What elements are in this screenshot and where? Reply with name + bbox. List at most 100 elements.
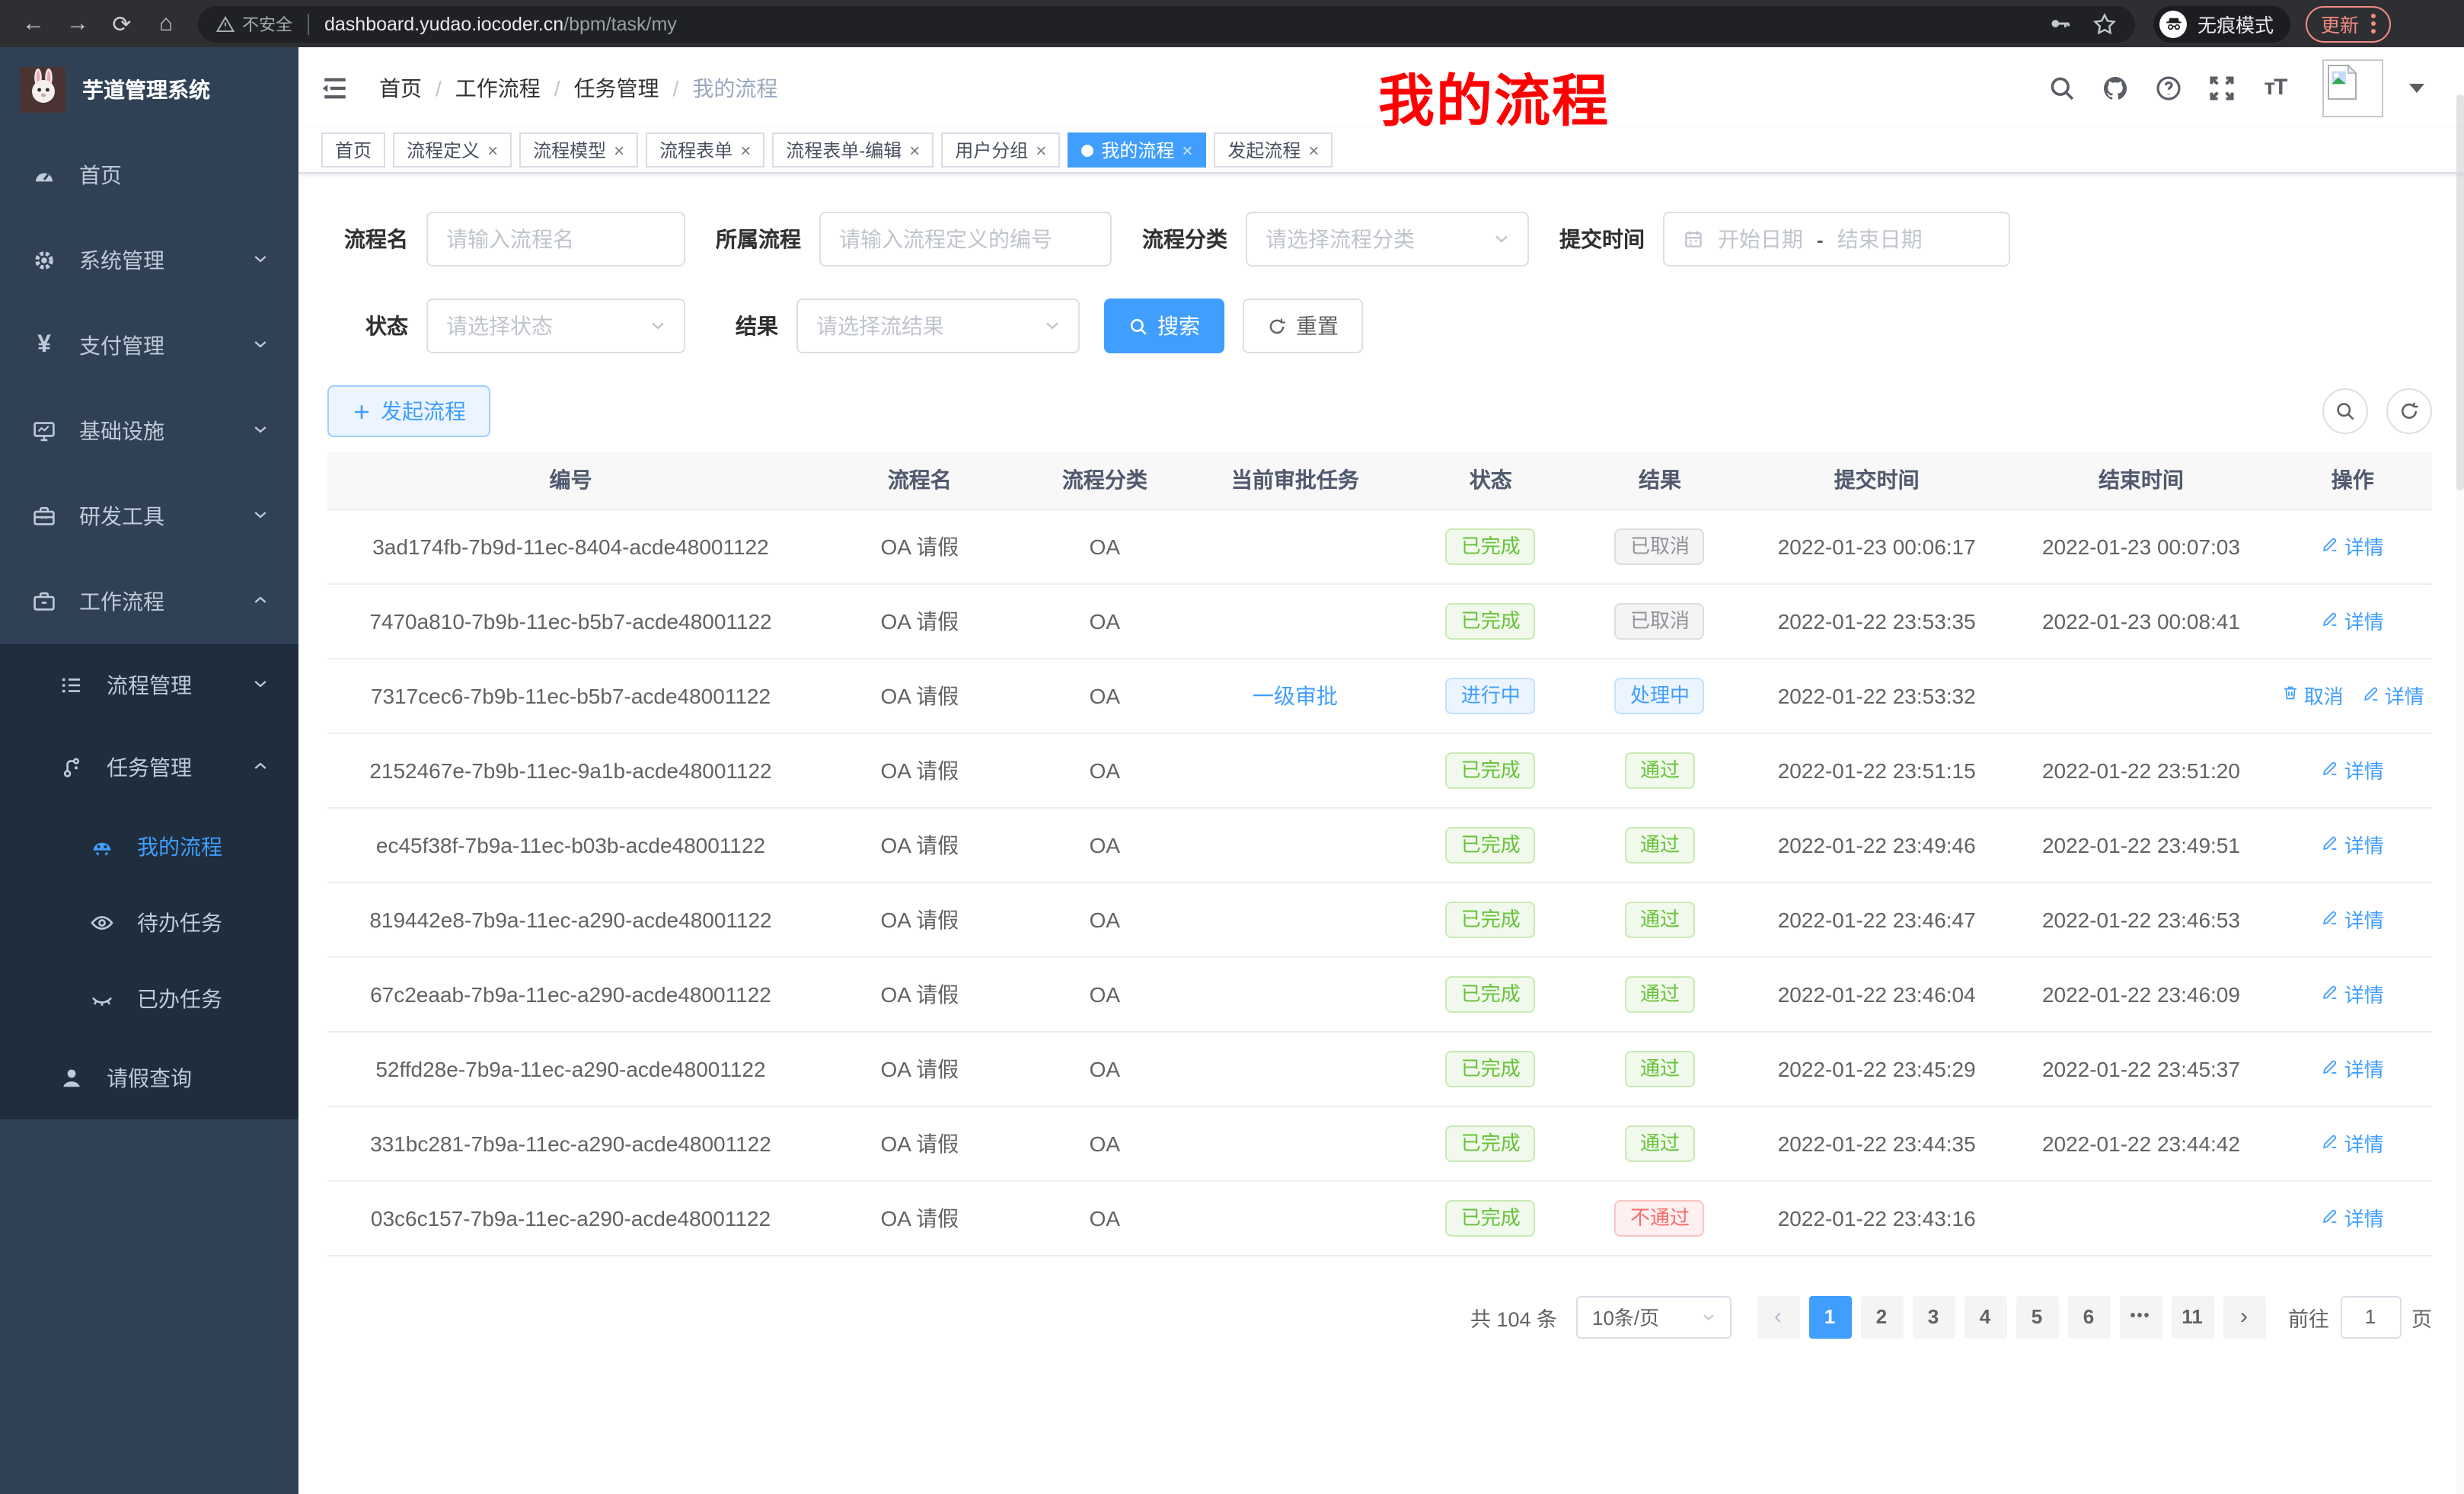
tab-process-model[interactable]: 流程模型× xyxy=(519,132,638,168)
page-button-6[interactable]: 6 xyxy=(2067,1295,2110,1338)
github-icon[interactable] xyxy=(2100,72,2130,103)
page-button-2[interactable]: 2 xyxy=(1860,1295,1903,1338)
cell-end-time: 2022-01-22 23:49:51 xyxy=(2009,807,2273,882)
page-size-select[interactable]: 10条/页 xyxy=(1575,1295,1731,1338)
sidebar-item-home[interactable]: 首页 xyxy=(0,132,298,218)
detail-link[interactable]: 详情 xyxy=(2322,755,2384,784)
not-secure-warning[interactable]: 不安全 xyxy=(216,11,292,36)
password-key-icon[interactable] xyxy=(2048,12,2071,35)
header-search-icon[interactable] xyxy=(2047,72,2077,103)
search-button[interactable]: 搜索 xyxy=(1104,298,1224,353)
page-button-3[interactable]: 3 xyxy=(1912,1295,1955,1338)
tab-process-form[interactable]: 流程表单× xyxy=(646,132,764,168)
sidebar-toggle-icon[interactable] xyxy=(320,71,353,104)
fullscreen-icon[interactable] xyxy=(2207,72,2237,103)
page-button-11[interactable]: 11 xyxy=(2171,1295,2213,1338)
cell-actions: 详情 xyxy=(2274,733,2432,807)
cell-result: 已取消 xyxy=(1575,583,1744,658)
submit-time-range-picker[interactable]: 开始日期 - 结束日期 xyxy=(1663,212,2010,267)
tab-my-process[interactable]: 我的流程× xyxy=(1068,132,1206,168)
address-bar[interactable]: 不安全 dashboard.yudao.iocoder.cn/bpm/task/… xyxy=(198,5,2135,42)
column-header: 流程名 xyxy=(814,452,1026,509)
detail-link[interactable]: 详情 xyxy=(2322,830,2384,859)
browser-toolbar: ← → ⟳ ⌂ 不安全 dashboard.yudao.iocoder.cn/b… xyxy=(0,0,2464,47)
cell-end-time: 2022-01-22 23:51:20 xyxy=(2009,733,2273,807)
sidebar-item-todo-tasks[interactable]: 待办任务 xyxy=(0,885,298,961)
cancel-link[interactable]: 取消 xyxy=(2281,681,2344,710)
result-select[interactable]: 请选择流结果 xyxy=(796,298,1080,353)
tab-process-form-edit[interactable]: 流程表单-编辑× xyxy=(772,132,934,168)
home-icon[interactable]: ⌂ xyxy=(148,5,184,42)
detail-link[interactable]: 详情 xyxy=(2322,979,2384,1008)
avatar[interactable] xyxy=(2322,59,2383,117)
page-button-5[interactable]: 5 xyxy=(2016,1295,2058,1338)
app-logo-row[interactable]: 芋道管理系统 xyxy=(0,47,298,132)
detail-link[interactable]: 详情 xyxy=(2362,681,2424,710)
tab-start-process[interactable]: 发起流程× xyxy=(1214,132,1333,168)
show-search-button[interactable] xyxy=(2322,388,2368,434)
prev-page-button[interactable]: ‹ xyxy=(1757,1295,1799,1338)
sidebar-item-done-tasks[interactable]: 已办任务 xyxy=(0,961,298,1037)
sidebar-item-payment[interactable]: ¥支付管理 xyxy=(0,303,298,388)
detail-link[interactable]: 详情 xyxy=(2322,1128,2384,1157)
bookmark-star-icon[interactable] xyxy=(2092,11,2117,36)
process-name-input[interactable] xyxy=(426,212,685,267)
cell-submit-time: 2022-01-22 23:49:46 xyxy=(1744,807,2009,882)
breadcrumb-workflow[interactable]: 工作流程 xyxy=(455,72,541,103)
tab-user-group[interactable]: 用户分组× xyxy=(941,132,1060,168)
goto-page-input[interactable] xyxy=(2340,1295,2401,1338)
page-button-4[interactable]: 4 xyxy=(1964,1295,2006,1338)
detail-link[interactable]: 详情 xyxy=(2322,905,2384,934)
detail-link[interactable]: 详情 xyxy=(2322,1203,2384,1232)
reset-button[interactable]: 重置 xyxy=(1243,298,1363,353)
tab-home[interactable]: 首页 xyxy=(321,132,385,168)
reload-icon[interactable]: ⟳ xyxy=(104,5,140,42)
robot-icon xyxy=(88,835,116,859)
sidebar-item-infrastructure[interactable]: 基础设施 xyxy=(0,388,298,474)
forward-icon[interactable]: → xyxy=(59,5,96,42)
sidebar-item-leave-query[interactable]: 请假查询 xyxy=(0,1037,298,1119)
page-more-button[interactable]: ••• xyxy=(2119,1295,2162,1338)
edit-icon xyxy=(2322,908,2340,931)
help-icon[interactable] xyxy=(2153,72,2184,103)
page-button-1[interactable]: 1 xyxy=(1808,1295,1851,1338)
status-badge: 已完成 xyxy=(1446,602,1536,639)
close-tab-icon[interactable]: × xyxy=(740,141,751,159)
sidebar-item-my-process[interactable]: 我的流程 xyxy=(0,809,298,885)
cell-status: 已完成 xyxy=(1406,1106,1575,1180)
breadcrumb-task-mgmt[interactable]: 任务管理 xyxy=(574,72,659,103)
status-badge: 已完成 xyxy=(1446,901,1536,937)
close-tab-icon[interactable]: × xyxy=(487,141,498,159)
cell-category: OA xyxy=(1026,956,1184,1031)
tab-process-definition[interactable]: 流程定义× xyxy=(393,132,512,168)
scrollbar[interactable] xyxy=(2456,94,2464,1494)
start-process-button[interactable]: 发起流程 xyxy=(327,385,490,437)
close-tab-icon[interactable]: × xyxy=(614,141,624,159)
sidebar-item-dev-tools[interactable]: 研发工具 xyxy=(0,474,298,559)
sidebar-item-system[interactable]: 系统管理 xyxy=(0,218,298,303)
detail-link[interactable]: 详情 xyxy=(2322,606,2384,635)
process-definition-input[interactable] xyxy=(819,212,1112,267)
close-tab-icon[interactable]: × xyxy=(909,141,920,159)
sidebar-item-task-mgmt[interactable]: 任务管理 xyxy=(0,726,298,809)
update-button[interactable]: 更新 xyxy=(2306,5,2391,42)
back-icon[interactable]: ← xyxy=(15,5,52,42)
sidebar-item-process-mgmt[interactable]: 流程管理 xyxy=(0,644,298,726)
sidebar-item-workflow[interactable]: 工作流程 xyxy=(0,559,298,644)
font-size-icon[interactable]: ᴛT xyxy=(2260,72,2290,103)
close-tab-icon[interactable]: × xyxy=(1308,141,1319,159)
close-tab-icon[interactable]: × xyxy=(1036,141,1046,159)
table-row: 3ad174fb-7b9d-11ec-8404-acde48001122OA 请… xyxy=(327,509,2432,583)
close-tab-icon[interactable]: × xyxy=(1182,141,1192,159)
refresh-table-button[interactable] xyxy=(2386,388,2432,434)
process-category-select[interactable]: 请选择流程分类 xyxy=(1246,212,1529,267)
cell-status: 已完成 xyxy=(1406,509,1575,583)
breadcrumb-home[interactable]: 首页 xyxy=(379,72,422,103)
task-link[interactable]: 一级审批 xyxy=(1253,680,1338,710)
next-page-button[interactable]: › xyxy=(2223,1295,2265,1338)
browser-menu-icon[interactable] xyxy=(2371,14,2376,34)
avatar-dropdown-icon[interactable] xyxy=(2409,83,2424,92)
status-select[interactable]: 请选择状态 xyxy=(426,298,685,353)
detail-link[interactable]: 详情 xyxy=(2322,532,2384,560)
detail-link[interactable]: 详情 xyxy=(2322,1054,2384,1083)
